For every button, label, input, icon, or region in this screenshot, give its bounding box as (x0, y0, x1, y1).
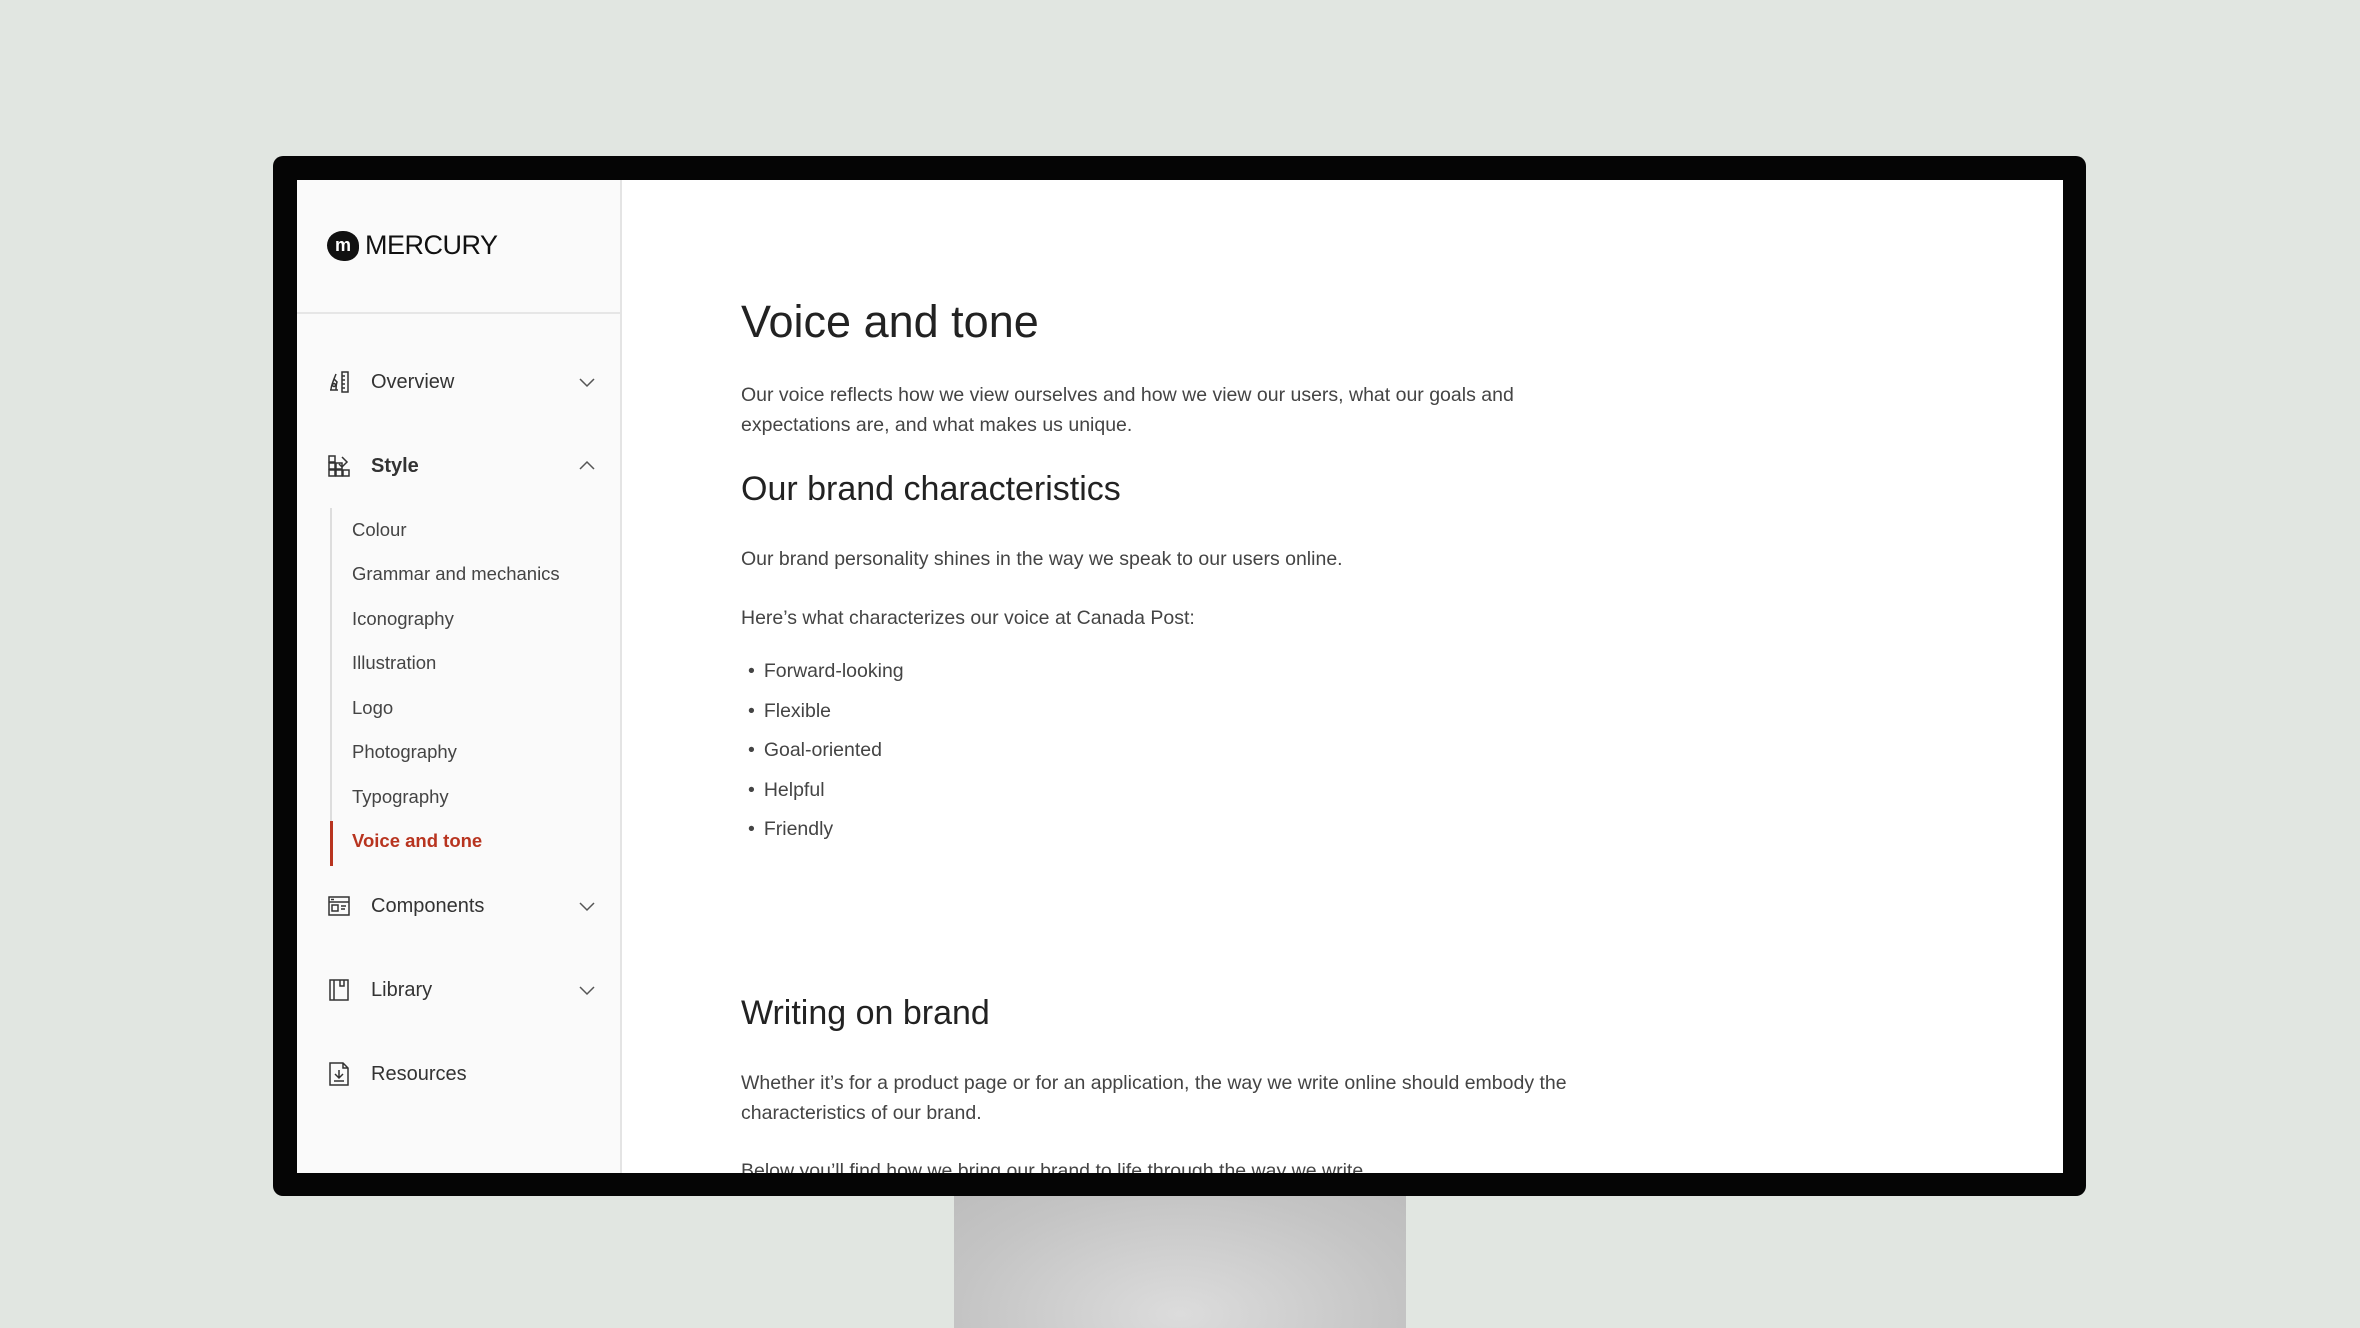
heading-writing-on-brand: Writing on brand (741, 994, 990, 1032)
style-grid-icon (327, 454, 351, 478)
chevron-up-icon[interactable] (577, 456, 597, 476)
pen-ruler-icon (327, 370, 351, 394)
writing-paragraph-line-2: characteristics of our brand. (741, 1102, 982, 1124)
bullet-item: Flexible (741, 700, 831, 723)
sidebar-item-label: Resources (371, 1062, 467, 1085)
intro-paragraph-line-1: Our voice reflects how we view ourselves… (741, 384, 1514, 406)
screen: m MERCURY Overview Style Colour Grammar … (297, 180, 2063, 1173)
characterizes-paragraph: Here’s what characterizes our voice at C… (741, 607, 1195, 629)
sidebar-item-label: Components (371, 894, 485, 917)
subnav-item-grammar[interactable]: Grammar and mechanics (352, 559, 560, 589)
download-file-icon (327, 1062, 351, 1086)
subnav-item-photography[interactable]: Photography (352, 737, 457, 767)
divider (297, 312, 620, 314)
subnav-item-logo[interactable]: Logo (352, 693, 393, 723)
sidebar-item-resources[interactable]: Resources (327, 1054, 597, 1094)
writing-paragraph-line-1: Whether it’s for a product page or for a… (741, 1072, 1567, 1094)
chevron-down-icon[interactable] (577, 372, 597, 392)
subnav-item-voice-and-tone[interactable]: Voice and tone (352, 826, 482, 856)
chevron-down-icon[interactable] (577, 980, 597, 1000)
subnav-line (330, 508, 332, 864)
sidebar-item-style[interactable]: Style (327, 446, 597, 486)
bullet-item: Friendly (741, 818, 833, 841)
intro-paragraph-line-2: expectations are, and what makes us uniq… (741, 414, 1133, 436)
subnav-item-typography[interactable]: Typography (352, 782, 449, 812)
chevron-down-icon[interactable] (577, 896, 597, 916)
subnav-item-iconography[interactable]: Iconography (352, 604, 454, 634)
components-window-icon (327, 894, 351, 918)
sidebar-item-label: Overview (371, 370, 455, 393)
sidebar-item-library[interactable]: Library (327, 970, 597, 1010)
sidebar-item-label: Style (371, 454, 419, 477)
sidebar: m MERCURY Overview Style Colour Grammar … (297, 180, 622, 1173)
page-title: Voice and tone (741, 296, 1039, 347)
subnav-item-illustration[interactable]: Illustration (352, 648, 436, 678)
book-icon (327, 978, 351, 1002)
personality-paragraph: Our brand personality shines in the way … (741, 548, 1343, 570)
logo[interactable]: m MERCURY (327, 230, 498, 261)
bullet-item: Goal-oriented (741, 739, 882, 762)
writing-paragraph-line-3: Below you’ll find how we bring our brand… (741, 1160, 1369, 1173)
bullet-item: Helpful (741, 779, 825, 802)
sidebar-item-label: Library (371, 978, 433, 1001)
subnav-item-colour[interactable]: Colour (352, 515, 407, 545)
sidebar-item-components[interactable]: Components (327, 886, 597, 926)
sidebar-item-overview[interactable]: Overview (327, 362, 597, 402)
brand-name: MERCURY (365, 230, 498, 260)
monitor-stand (954, 1190, 1406, 1328)
bullet-item: Forward-looking (741, 660, 904, 683)
active-indicator (330, 821, 333, 866)
mercury-logo-icon: m (327, 230, 359, 261)
heading-brand-characteristics: Our brand characteristics (741, 470, 1121, 508)
